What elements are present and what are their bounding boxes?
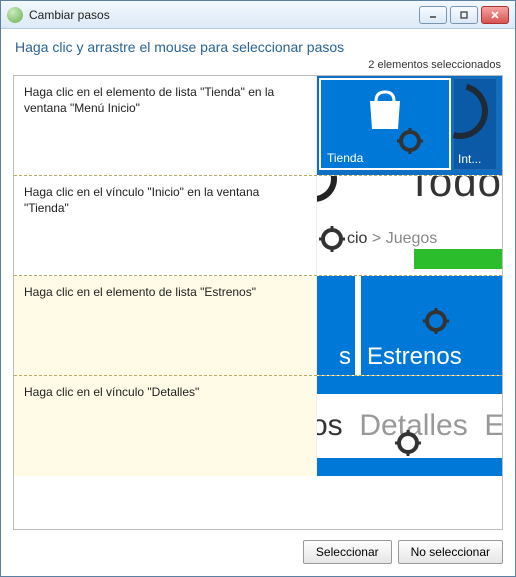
text-fragment: Es [484, 409, 502, 442]
selection-count: 2 elementos seleccionados [1, 59, 515, 75]
target-icon [423, 308, 449, 334]
dialog-footer: Seleccionar No seleccionar [1, 530, 515, 576]
target-icon [395, 430, 421, 456]
progress-bar [414, 249, 502, 269]
step-thumbnail: os Detalles Es [316, 376, 502, 476]
app-icon [7, 7, 23, 23]
step-thumbnail: Todo cio > Juegos [316, 176, 502, 275]
step-row[interactable]: Haga clic en el elemento de lista "Estre… [14, 276, 502, 376]
instruction-text: Haga clic y arrastre el mouse para selec… [1, 29, 515, 59]
step-description: Haga clic en el vínculo "Inicio" en la v… [14, 176, 316, 275]
step-row[interactable]: Haga clic en el elemento de lista "Tiend… [14, 76, 502, 176]
tile-label-fragment: s [339, 343, 351, 371]
step-thumbnail: s Estrenos [316, 276, 502, 375]
tile-fragment-left: s [317, 276, 355, 375]
tile-label: Int... [458, 152, 481, 166]
dialog-content: Haga clic y arrastre el mouse para selec… [1, 29, 515, 576]
crumb-sep: > [367, 230, 385, 247]
step-description: Haga clic en el elemento de lista "Tiend… [14, 76, 316, 175]
step-description: Haga clic en el elemento de lista "Estre… [14, 276, 316, 375]
crumb-active: cio [347, 230, 367, 247]
target-icon [397, 128, 423, 154]
tile-estrenos: Estrenos [361, 276, 502, 375]
decor-stripe [317, 458, 502, 476]
window-buttons [419, 6, 509, 24]
back-arrow-icon [316, 176, 337, 202]
tile-label: Tienda [327, 151, 363, 165]
step-thumbnail: Tienda Int... [316, 76, 502, 175]
deselect-button[interactable]: No seleccionar [398, 540, 503, 564]
tile-label: Estrenos [367, 343, 462, 371]
window-title: Cambiar pasos [29, 8, 419, 22]
step-row[interactable]: Haga clic en el vínculo "Inicio" en la v… [14, 176, 502, 276]
tile-store: Tienda [319, 78, 451, 170]
steps-list[interactable]: Haga clic en el elemento de lista "Tiend… [13, 75, 503, 530]
select-button[interactable]: Seleccionar [303, 540, 392, 564]
crumb-next: Juegos [386, 230, 438, 247]
decor-stripe [317, 376, 502, 394]
step-description: Haga clic en el vínculo "Detalles" [14, 376, 316, 476]
maximize-button[interactable] [450, 6, 478, 24]
dialog-window: Cambiar pasos Haga clic y arrastre el mo… [0, 0, 516, 577]
close-button[interactable] [481, 6, 509, 24]
titlebar[interactable]: Cambiar pasos [1, 1, 515, 29]
step-row[interactable]: Haga clic en el vínculo "Detalles" os De… [14, 376, 502, 476]
shopping-bag-icon [362, 89, 408, 131]
breadcrumb: cio > Juegos [347, 230, 437, 248]
tile-secondary: Int... [453, 78, 497, 170]
target-icon [319, 226, 345, 252]
text-fragment: os [316, 409, 343, 442]
minimize-button[interactable] [419, 6, 447, 24]
heading-fragment: Todo [407, 176, 502, 206]
